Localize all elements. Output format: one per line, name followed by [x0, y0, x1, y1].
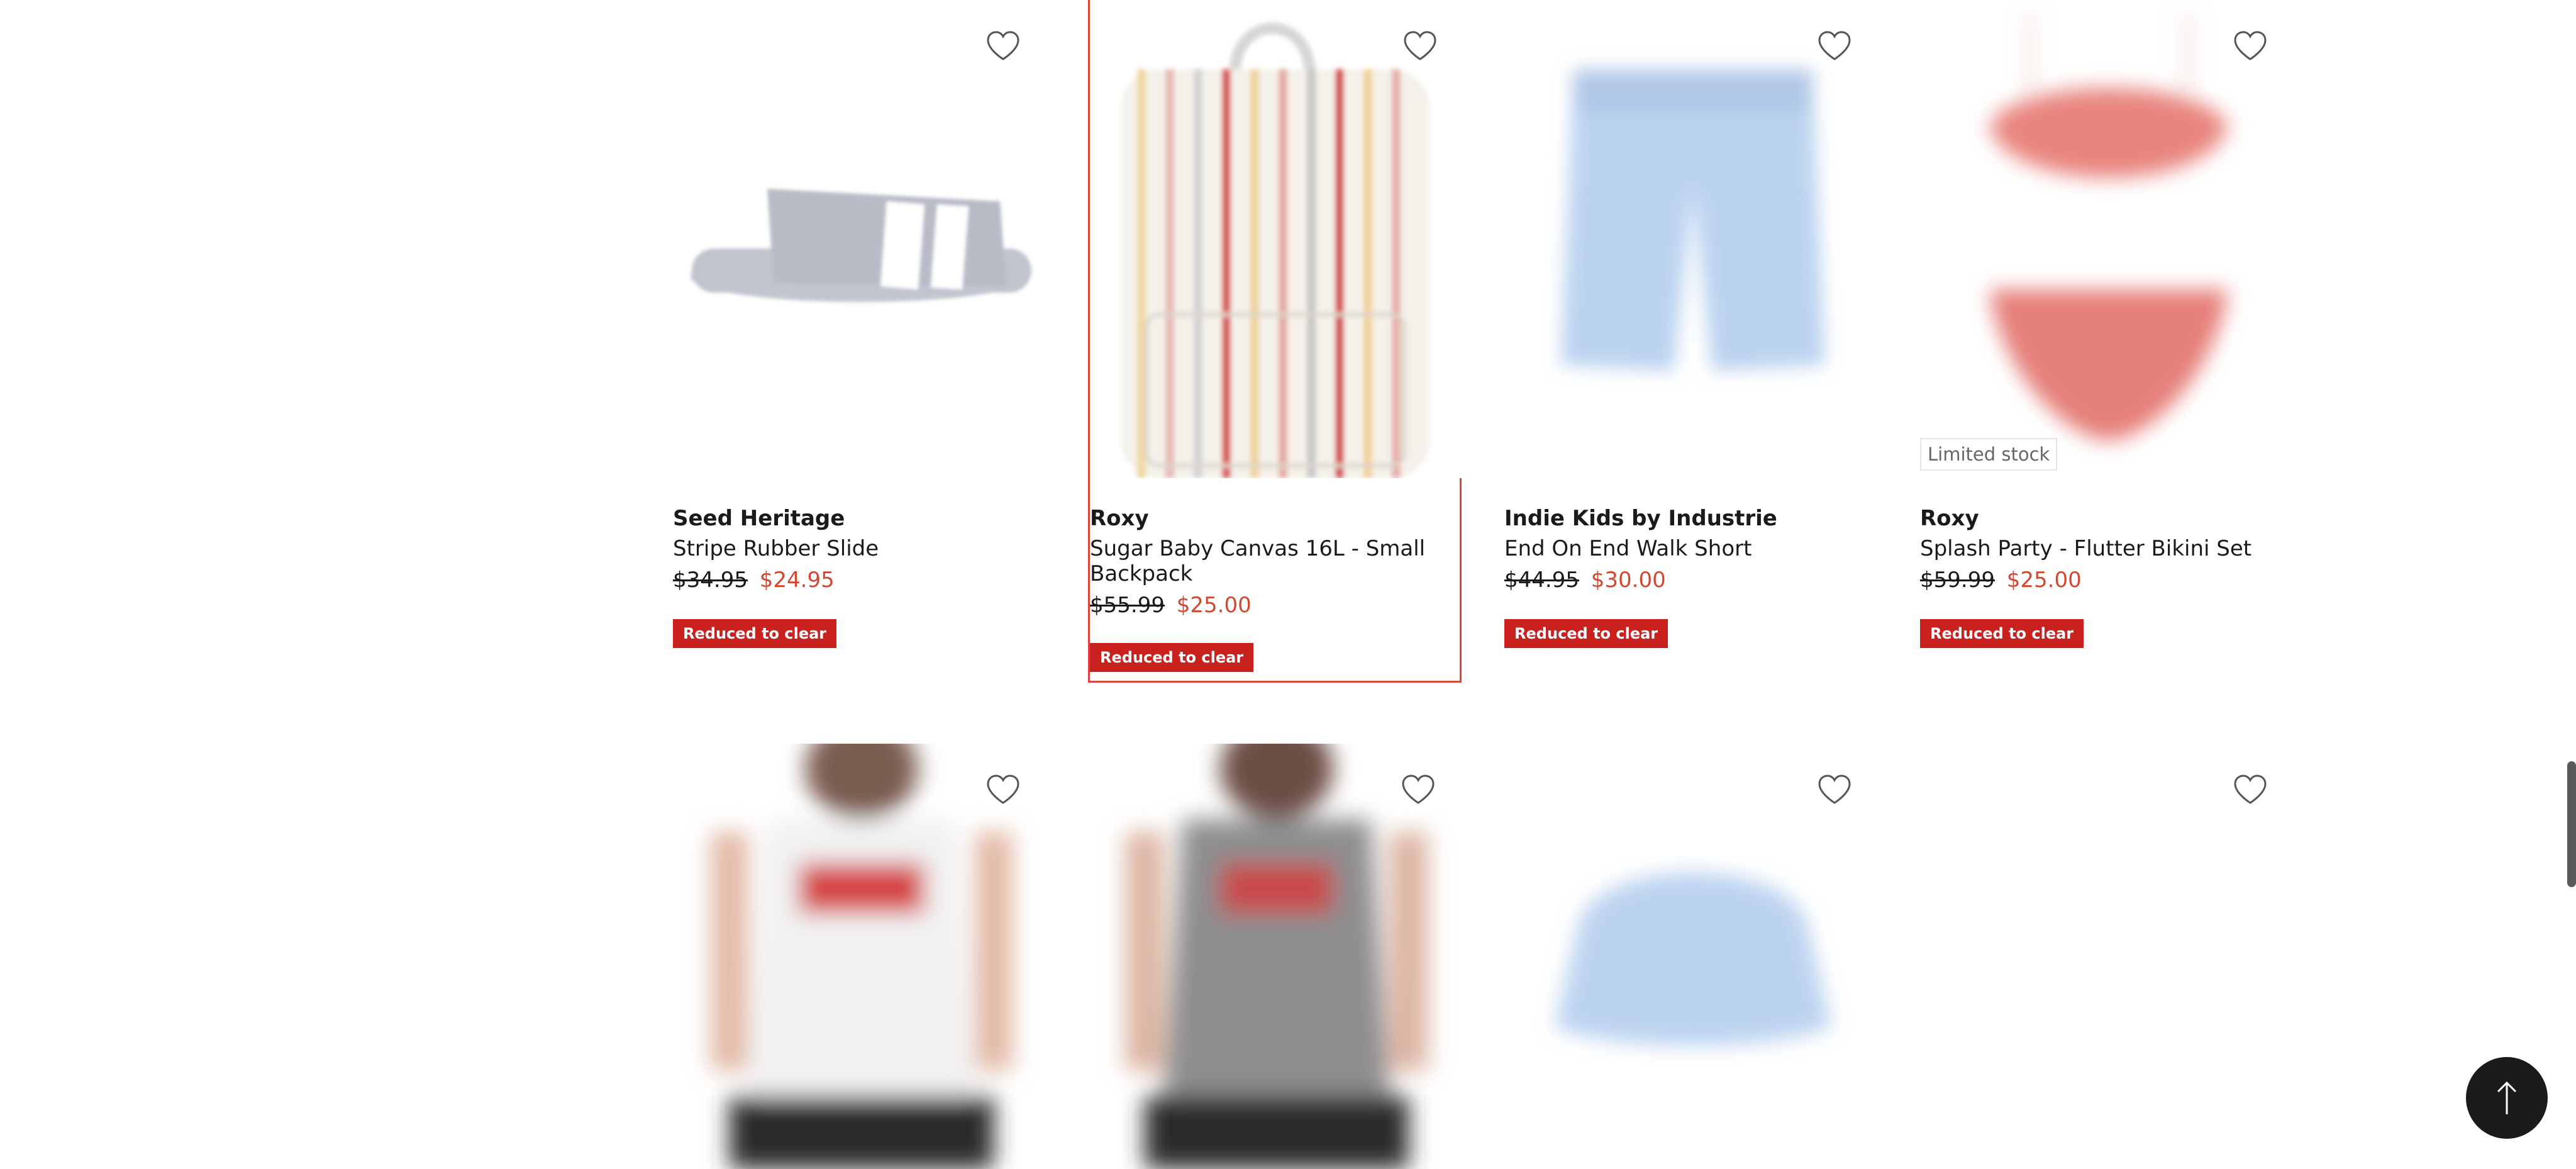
product-card[interactable] — [1088, 744, 1462, 1169]
sale-price: $25.00 — [2006, 568, 2082, 593]
product-brand[interactable]: Roxy — [1090, 506, 1149, 531]
product-image[interactable] — [1090, 0, 1463, 478]
heart-outline-icon — [987, 31, 1019, 60]
product-card[interactable]: Limited stock Roxy Splash Party - Flutte… — [1920, 0, 2294, 654]
heart-outline-icon — [987, 775, 1019, 804]
product-name[interactable]: Splash Party - Flutter Bikini Set — [1920, 536, 2260, 561]
limited-stock-label: Limited stock — [1920, 438, 2058, 471]
heart-outline-icon — [2234, 31, 2267, 60]
product-name[interactable]: End On End Walk Short — [1504, 536, 1844, 561]
product-card[interactable] — [673, 744, 1046, 1169]
favorite-button[interactable] — [2228, 768, 2272, 812]
clearance-badge: Reduced to clear — [1920, 619, 2084, 648]
clearance-badge: Reduced to clear — [673, 619, 837, 648]
original-price: $44.95 — [1504, 568, 1579, 593]
favorite-button[interactable] — [2228, 24, 2272, 68]
original-price: $34.95 — [673, 568, 748, 593]
product-card[interactable]: Roxy Sugar Baby Canvas 16L - Small Backp… — [1088, 0, 1463, 683]
heart-outline-icon — [2234, 775, 2267, 804]
scrollbar-thumb[interactable] — [2567, 761, 2576, 887]
product-brand[interactable]: Roxy — [1920, 506, 1979, 531]
product-brand[interactable]: Indie Kids by Industrie — [1504, 506, 1777, 531]
clearance-badge: Reduced to clear — [1504, 619, 1668, 648]
favorite-button[interactable] — [1813, 768, 1857, 812]
product-card[interactable] — [1920, 744, 2294, 1169]
product-price: $55.99 $25.00 — [1090, 593, 1252, 618]
original-price: $55.99 — [1090, 593, 1165, 618]
favorite-button[interactable] — [981, 24, 1025, 68]
product-card[interactable] — [1504, 744, 1878, 1169]
heart-outline-icon — [1818, 775, 1851, 804]
heart-outline-icon — [1818, 31, 1851, 60]
back-to-top-button[interactable] — [2466, 1057, 2548, 1139]
sale-price: $24.95 — [759, 568, 835, 593]
heart-outline-icon — [1402, 775, 1435, 804]
product-price: $34.95 $24.95 — [673, 568, 835, 593]
product-brand[interactable]: Seed Heritage — [673, 506, 845, 531]
heart-outline-icon — [1404, 31, 1436, 60]
original-price: $59.99 — [1920, 568, 1995, 593]
clearance-badge: Reduced to clear — [1090, 643, 1254, 672]
arrow-up-icon — [2497, 1081, 2517, 1114]
product-image[interactable] — [1920, 0, 2294, 478]
product-name[interactable]: Stripe Rubber Slide — [673, 536, 1013, 561]
sale-price: $30.00 — [1591, 568, 1666, 593]
sale-price: $25.00 — [1176, 593, 1252, 618]
product-image[interactable] — [673, 0, 1046, 478]
product-card[interactable]: Seed Heritage Stripe Rubber Slide $34.95… — [673, 0, 1046, 654]
product-card[interactable]: Indie Kids by Industrie End On End Walk … — [1504, 0, 1878, 654]
favorite-button[interactable] — [981, 768, 1025, 812]
product-image[interactable] — [1504, 0, 1878, 478]
favorite-button[interactable] — [1398, 24, 1442, 68]
favorite-button[interactable] — [1813, 24, 1857, 68]
favorite-button[interactable] — [1396, 768, 1440, 812]
product-price: $59.99 $25.00 — [1920, 568, 2082, 593]
product-price: $44.95 $30.00 — [1504, 568, 1666, 593]
product-name[interactable]: Sugar Baby Canvas 16L - Small Backpack — [1090, 536, 1430, 586]
